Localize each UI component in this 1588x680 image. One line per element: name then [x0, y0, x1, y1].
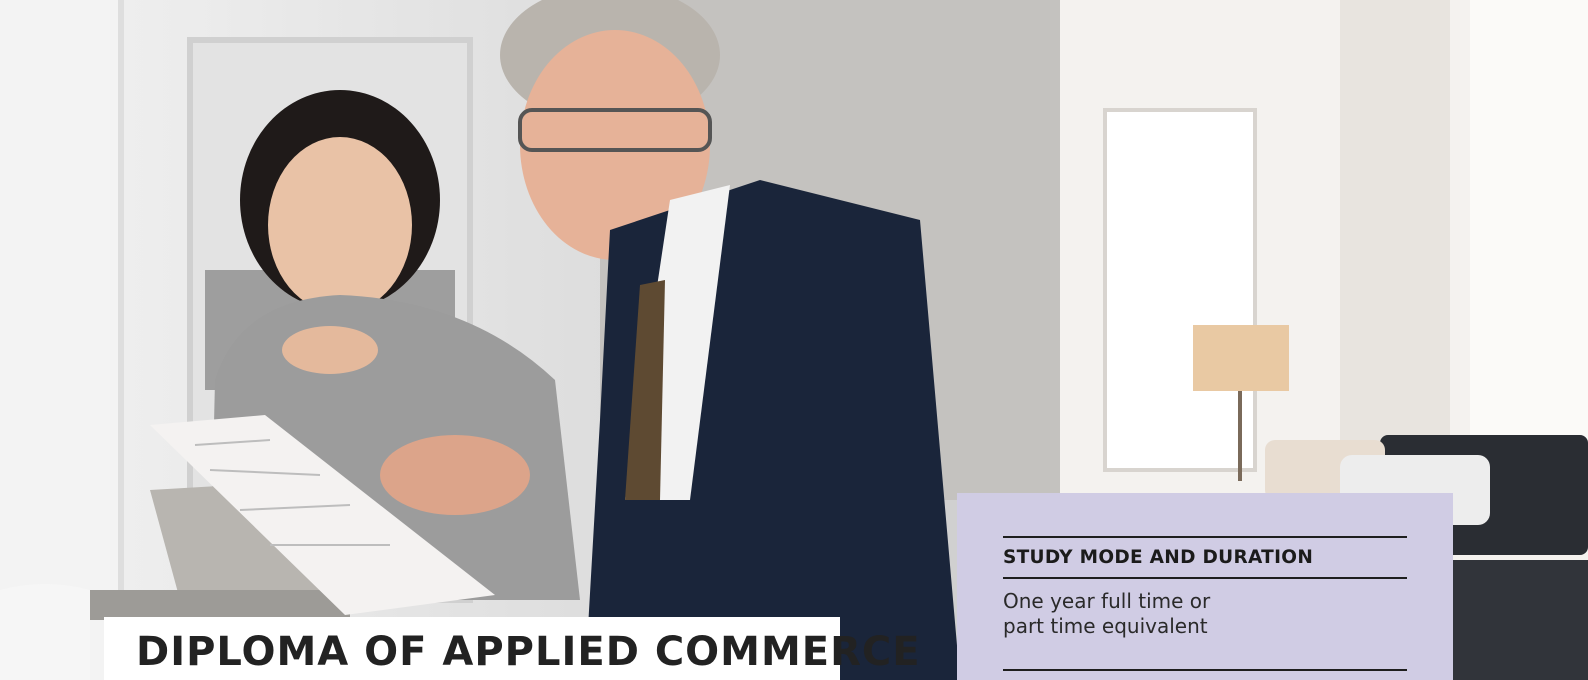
study-mode-value-line-2: part time equivalent: [1003, 614, 1208, 638]
course-title: DIPLOMA OF APPLIED COMMERCE: [136, 629, 921, 675]
course-title-card: DIPLOMA OF APPLIED COMMERCE: [104, 617, 920, 680]
study-mode-value: One year full time or part time equivale…: [1003, 589, 1263, 639]
study-mode-value-line-1: One year full time or: [1003, 589, 1211, 613]
study-info-card: STUDY MODE AND DURATION One year full ti…: [957, 493, 1453, 680]
study-mode-label: STUDY MODE AND DURATION: [1003, 547, 1314, 568]
divider-bottom: [1003, 669, 1407, 671]
divider-middle: [1003, 577, 1407, 579]
divider-top: [1003, 536, 1407, 538]
